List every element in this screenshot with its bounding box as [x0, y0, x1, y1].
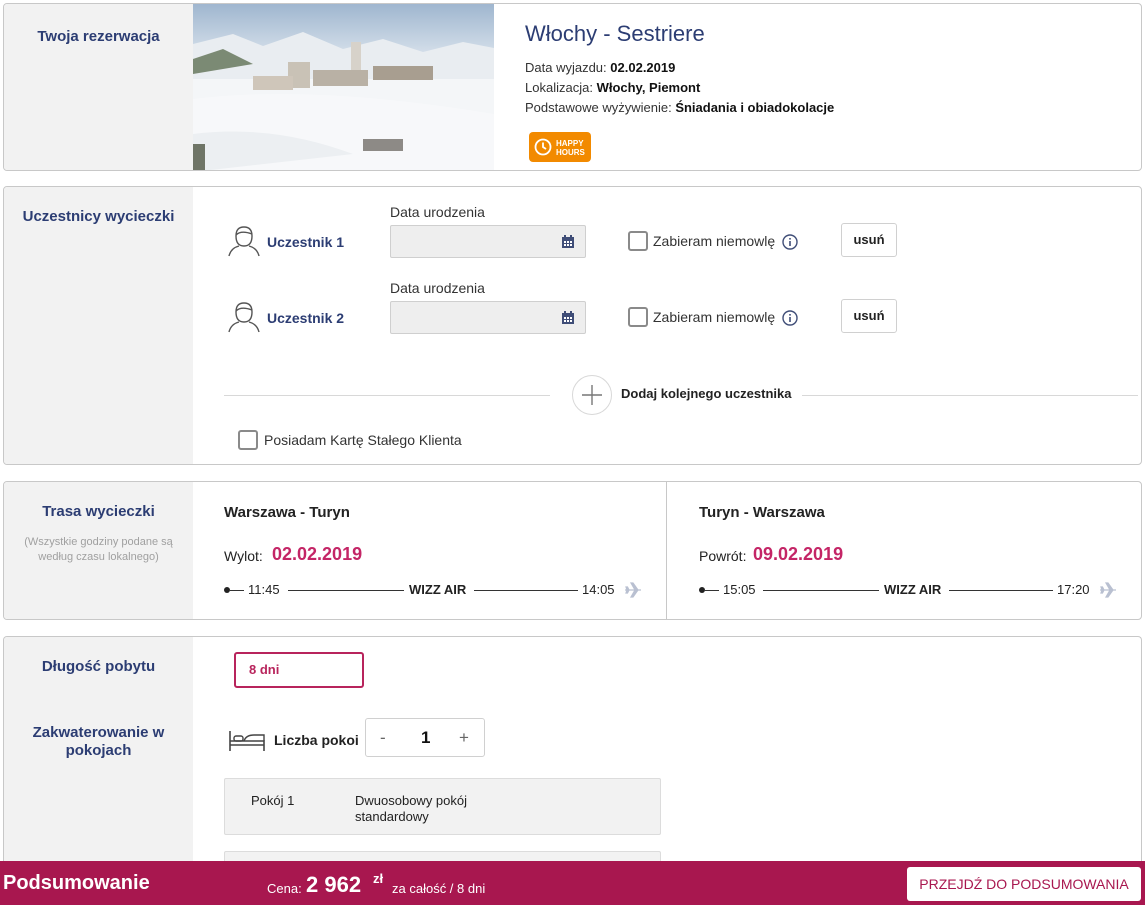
inbound-date-label: Powrót:: [699, 548, 747, 564]
rooms-increment-button[interactable]: +: [459, 728, 469, 748]
loyalty-card-label: Posiadam Kartę Stałego Klienta: [264, 432, 462, 448]
outbound-airline: WIZZ AIR: [409, 582, 467, 597]
trip-title: Włochy - Sestriere: [525, 21, 705, 46]
bed-icon: [229, 731, 265, 751]
summary-title: Podsumowanie: [3, 872, 150, 894]
participant-1-dob-label: Data urodzenia: [390, 204, 485, 220]
happy-hours-badge: HAPPY HOURS: [529, 132, 591, 162]
room-1-type: Dwuosobowy pokój standardowy: [355, 793, 468, 824]
divider-right: [802, 395, 1138, 396]
inbound-airline: WIZZ AIR: [884, 582, 942, 597]
participant-2-dob-label: Data urodzenia: [390, 280, 485, 296]
add-participant-button[interactable]: [572, 375, 612, 415]
location-value: Włochy, Piemont: [596, 80, 701, 95]
divider-left: [224, 395, 550, 396]
length-of-stay-title: Długość pobytu: [41, 658, 156, 675]
info-icon[interactable]: [782, 234, 798, 250]
participant-1-infant-checkbox[interactable]: [628, 231, 648, 251]
rooms-count-label: Liczba pokoi: [274, 732, 359, 748]
info-icon[interactable]: [782, 310, 798, 326]
calendar-icon[interactable]: [561, 311, 575, 325]
participant-1-infant-label: Zabieram niemowlę: [653, 233, 776, 249]
airplane-icon: [625, 582, 641, 598]
participants-section: Uczestnicy wycieczki Uczestnik 1 Data ur…: [3, 186, 1142, 465]
badge-text: HAPPY HOURS: [556, 139, 585, 157]
total-price: 2 962: [306, 872, 362, 897]
room-1-label: Pokój 1: [251, 793, 295, 808]
rooms-decrement-button[interactable]: -: [380, 728, 386, 748]
outbound-flight: 11:45 WIZZ AIR 14:05: [224, 582, 644, 598]
price-currency: zł: [373, 871, 384, 886]
price-label: Cena:: [267, 881, 302, 896]
location-label: Lokalizacja:: [525, 80, 593, 95]
outbound-departure-time: 11:45: [248, 582, 280, 597]
person-icon: [228, 226, 260, 257]
destination-photo: [193, 4, 494, 170]
participant-2-name: Uczestnik 2: [267, 310, 345, 326]
booking-section: Twoja rezerwacja Włochy - Sestriere Data…: [3, 3, 1142, 171]
rooms-stepper: - 1 +: [365, 718, 485, 757]
plus-icon[interactable]: [572, 375, 612, 415]
departure-value: 02.02.2019: [610, 60, 676, 75]
outbound-route: Warszawa - Turyn: [224, 504, 350, 521]
participants-sidebar: [4, 187, 193, 464]
go-to-summary-button[interactable]: PRZEJDŹ DO PODSUMOWANIA: [907, 867, 1141, 901]
route-section-title: Trasa wycieczki: [42, 503, 155, 520]
route-divider: [666, 482, 667, 619]
inbound-departure-time: 15:05: [723, 582, 756, 597]
outbound-arrival-time: 14:05: [582, 582, 615, 597]
rooms-title: Zakwaterowanie w pokojach: [32, 724, 165, 759]
inbound-flight: 15:05 WIZZ AIR 17:20: [699, 582, 1119, 598]
participant-1-dob-input[interactable]: [390, 225, 586, 258]
departure-info: Data wyjazdu: 02.02.2019: [525, 60, 675, 75]
inbound-arrival-time: 17:20: [1057, 582, 1090, 597]
participant-2-infant-checkbox[interactable]: [628, 307, 648, 327]
room-1-card[interactable]: Pokój 1 Dwuosobowy pokój standardowy: [224, 778, 661, 835]
add-participant-label[interactable]: Dodaj kolejnego uczestnika: [621, 386, 792, 401]
price-period: za całość / 8 dni: [392, 881, 486, 896]
summary-bar: Podsumowanie Cena: 2 962 zł za całość / …: [0, 861, 1145, 905]
calendar-icon[interactable]: [561, 235, 575, 249]
outbound-date: 02.02.2019: [272, 544, 363, 564]
board-label: Podstawowe wyżywienie:: [525, 100, 672, 115]
rooms-count-value: 1: [421, 728, 431, 747]
participant-1-delete-button[interactable]: usuń: [841, 223, 897, 257]
location-info: Lokalizacja: Włochy, Piemont: [525, 80, 700, 95]
booking-section-title: Twoja rezerwacja: [37, 28, 160, 45]
clock-icon: [534, 138, 552, 156]
route-section: Trasa wycieczki (Wszystkie godziny podan…: [3, 481, 1142, 620]
participant-2-infant-label: Zabieram niemowlę: [653, 309, 776, 325]
participants-section-title: Uczestnicy wycieczki: [22, 208, 175, 225]
board-info: Podstawowe wyżywienie: Śniadania i obiad…: [525, 100, 834, 115]
board-value: Śniadania i obiadokolacje: [675, 100, 835, 115]
length-of-stay-select[interactable]: 8 dni: [234, 652, 364, 688]
outbound-date-label: Wylot:: [224, 548, 263, 564]
airplane-icon: [1100, 582, 1116, 598]
inbound-date: 09.02.2019: [753, 544, 844, 564]
route-time-note: (Wszystkie godziny podane są według czas…: [24, 536, 173, 563]
departure-label: Data wyjazdu:: [525, 60, 607, 75]
loyalty-card-checkbox[interactable]: [238, 430, 258, 450]
inbound-route: Turyn - Warszawa: [699, 504, 825, 521]
person-icon: [228, 302, 260, 333]
stay-section: Długość pobytu Zakwaterowanie w pokojach…: [3, 636, 1142, 876]
participant-1-name: Uczestnik 1: [267, 234, 345, 250]
participant-2-delete-button[interactable]: usuń: [841, 299, 897, 333]
participant-2-dob-input[interactable]: [390, 301, 586, 334]
